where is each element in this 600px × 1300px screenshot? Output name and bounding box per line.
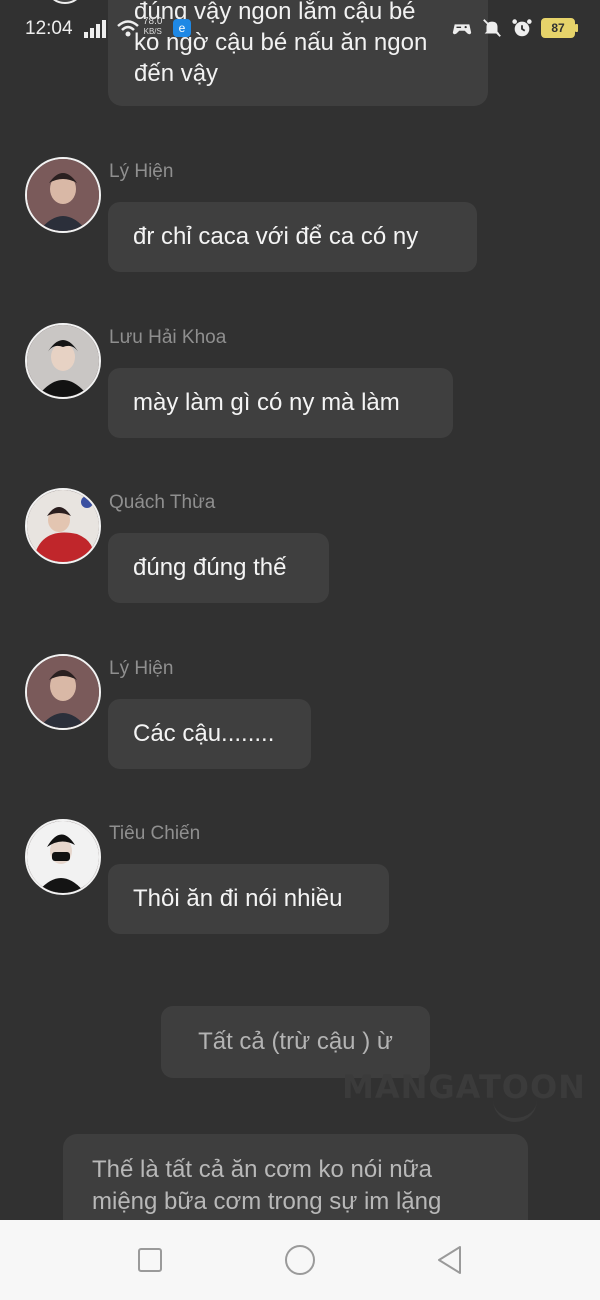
message-line: ko ngờ cậu bé nấu ăn ngon (134, 29, 428, 56)
message-line: đúng vậy ngon lắm cậu bé (134, 0, 416, 25)
status-time: 12:04 (25, 18, 73, 39)
alarm-icon (512, 19, 532, 37)
sender-name: Lưu Hải Khoa (109, 327, 227, 348)
navigation-bar (0, 1220, 600, 1300)
sender-name: Quách Thừa (109, 492, 216, 513)
avatar[interactable] (25, 323, 101, 399)
avatar-image (27, 821, 99, 893)
avatar[interactable] (25, 157, 101, 233)
sender-name: Lý Hiện (109, 658, 174, 679)
back-button[interactable] (434, 1244, 466, 1276)
home-button[interactable] (284, 1244, 316, 1276)
watermark: MANGATOON (342, 1068, 586, 1106)
avatar-image (27, 325, 99, 397)
watermark-logo (493, 1100, 537, 1122)
message-bubble: Các cậu........ (108, 699, 311, 769)
avatar-image (27, 656, 99, 728)
message-bubble: mày làm gì có ny mà làm (108, 368, 453, 438)
avatar[interactable] (25, 819, 101, 895)
sender-name: Lý Hiện (109, 161, 174, 182)
sender-name: Tiêu Chiến (109, 823, 201, 844)
avatar[interactable] (25, 488, 101, 564)
message-bubble: đúng đúng thế (108, 533, 329, 603)
avatar[interactable] (45, 0, 85, 4)
avatar[interactable] (25, 654, 101, 730)
narration-line: Thế là tất cả ăn cơm ko nói nữa (92, 1156, 432, 1183)
signal-icon (84, 20, 106, 38)
recent-apps-button[interactable] (134, 1244, 166, 1276)
message-bubble: Thôi ăn đi nói nhiều (108, 864, 389, 934)
avatar-image (27, 159, 99, 231)
avatar-image (27, 490, 99, 562)
message-bubble: đúng vậy ngon lắm cậu bé ko ngờ cậu bé n… (108, 0, 488, 106)
battery-icon: 87 (541, 18, 578, 38)
narration-line: miệng bữa cơm trong sự im lặng (92, 1188, 442, 1215)
message-line: đến vậy (134, 60, 219, 87)
message-bubble: đr chỉ caca với để ca có ny (108, 202, 477, 272)
